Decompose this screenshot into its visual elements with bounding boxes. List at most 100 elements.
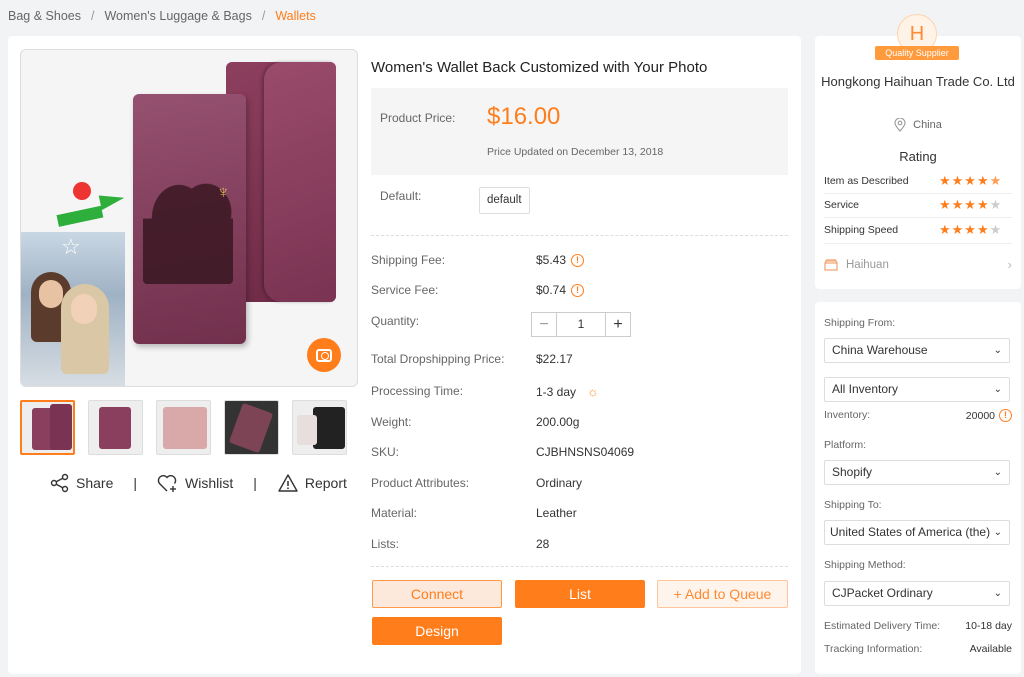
thumbnail-2[interactable]: [88, 400, 143, 455]
thumbnail-4[interactable]: [224, 400, 279, 455]
image-search-button[interactable]: [307, 338, 341, 372]
shipping-fee-label: Shipping Fee:: [371, 253, 446, 267]
report-label: Report: [304, 475, 347, 491]
info-icon[interactable]: !: [571, 253, 585, 267]
shipping-to-value: United States of America (the): [830, 525, 991, 539]
breadcrumb-womens-luggage[interactable]: Women's Luggage & Bags: [104, 9, 251, 23]
breadcrumb-current[interactable]: Wallets: [275, 9, 316, 23]
quantity-increase-button[interactable]: +: [605, 313, 630, 336]
thumbnail-1[interactable]: [20, 400, 75, 455]
price-value: $16.00: [487, 103, 561, 130]
share-label: Share: [76, 475, 114, 491]
chevron-down-icon: ⌄: [993, 384, 1002, 395]
lightbulb-icon[interactable]: ☼: [587, 384, 599, 399]
inventory-filter-value: All Inventory: [832, 382, 899, 396]
action-separator: |: [133, 475, 137, 491]
quantity-label: Quantity:: [371, 314, 420, 328]
heart-plus-icon: [157, 475, 177, 492]
price-label: Product Price:: [380, 111, 456, 125]
chevron-down-icon: ⌄: [993, 345, 1002, 356]
total-value: $22.17: [536, 352, 573, 366]
weight-value: 200.00g: [536, 415, 580, 429]
delivery-time-value: 10-18 day: [965, 620, 1012, 632]
action-separator: |: [253, 475, 257, 491]
delivery-time-row: Estimated Delivery Time: 10-18 day: [824, 620, 1012, 632]
supplier-store-link[interactable]: Haihuan ›: [824, 257, 1012, 272]
wishlist-button[interactable]: Wishlist: [157, 473, 233, 493]
info-icon[interactable]: !: [571, 283, 585, 297]
service-fee-value: $0.74: [536, 283, 567, 297]
share-button[interactable]: Share: [50, 473, 113, 493]
breadcrumb-separator: /: [261, 9, 266, 23]
rating-service: Service ★★★★★: [824, 197, 1012, 212]
quality-supplier-badge: H Quality Supplier: [867, 14, 967, 64]
thumbnail-5[interactable]: [292, 400, 347, 455]
warning-icon: [278, 474, 298, 492]
shipping-method-select[interactable]: CJPacket Ordinary ⌄: [824, 581, 1010, 606]
report-button[interactable]: Report: [277, 473, 347, 493]
tracking-value: Available: [969, 643, 1012, 655]
supplier-name[interactable]: Hongkong Haihuan Trade Co. Ltd: [815, 72, 1021, 92]
product-card: ♆ ☆ Share | Wishlist | Report Women's Wa…: [8, 36, 801, 674]
shipping-to-select[interactable]: United States of America (the) ⌄: [824, 520, 1010, 545]
store-name: Haihuan: [846, 258, 889, 271]
variant-option[interactable]: default: [479, 187, 530, 214]
price-box: Product Price: $16.00 Price Updated on D…: [371, 88, 788, 175]
location-pin-icon: [894, 118, 906, 132]
star-rating: ★★★★★: [939, 173, 1003, 188]
lists-value: 28: [536, 537, 550, 551]
rating-label: Shipping Speed: [824, 224, 899, 236]
shipping-card: Shipping From: China Warehouse ⌄ All Inv…: [815, 302, 1021, 674]
product-main-image[interactable]: ♆ ☆: [20, 49, 358, 387]
shipping-fee-value: $5.43: [536, 253, 567, 267]
service-fee-label: Service Fee:: [371, 283, 439, 297]
rating-item-described: Item as Described ★★★★★: [824, 173, 1012, 188]
tracking-row: Tracking Information: Available: [824, 643, 1012, 655]
attributes-label: Product Attributes:: [371, 476, 470, 490]
store-icon: [824, 258, 838, 271]
divider: [824, 193, 1012, 194]
variant-label: Default:: [380, 189, 422, 203]
attributes-value: Ordinary: [536, 476, 583, 490]
rating-title: Rating: [899, 149, 937, 164]
processing-value: 1-3 day: [536, 384, 577, 399]
chevron-right-icon: ›: [1007, 257, 1012, 272]
chevron-down-icon: ⌄: [993, 588, 1002, 599]
connect-button[interactable]: Connect: [372, 580, 502, 608]
platform-value: Shopify: [832, 465, 873, 479]
platform-select[interactable]: Shopify ⌄: [824, 460, 1010, 485]
shipping-method-value: CJPacket Ordinary: [832, 586, 933, 600]
supplier-card: H Quality Supplier Hongkong Haihuan Trad…: [815, 14, 1021, 289]
divider: [371, 235, 788, 236]
sku-value: CJBHNSNS04069: [536, 445, 635, 459]
rating-label: Item as Described: [824, 175, 909, 187]
sku-label: SKU:: [371, 445, 400, 459]
shipping-to-label: Shipping To:: [824, 499, 882, 511]
add-to-queue-button[interactable]: + Add to Queue: [657, 580, 788, 608]
camera-icon: [316, 348, 332, 362]
breadcrumb-bag-shoes[interactable]: Bag & Shoes: [8, 9, 81, 23]
quantity-stepper: − 1 +: [531, 312, 631, 337]
info-icon[interactable]: !: [999, 409, 1012, 422]
deer-logo-icon: ♆: [216, 182, 231, 202]
divider: [824, 217, 1012, 218]
rating-shipping-speed: Shipping Speed ★★★★★: [824, 222, 1012, 237]
share-icon: [50, 473, 69, 493]
supplier-location: China: [815, 118, 1021, 132]
design-button[interactable]: Design: [372, 617, 502, 645]
wallet-front-image: ♆: [133, 94, 246, 344]
divider: [371, 566, 788, 567]
santa-decoration: [73, 182, 91, 200]
product-title: Women's Wallet Back Customized with Your…: [371, 59, 708, 76]
supplier-country: China: [913, 119, 942, 131]
quantity-decrease-button[interactable]: −: [532, 313, 557, 336]
material-label: Material:: [371, 506, 418, 520]
quantity-input[interactable]: 1: [557, 313, 605, 336]
material-value: Leather: [536, 506, 577, 520]
processing-label: Processing Time:: [371, 384, 464, 398]
shipping-from-select[interactable]: China Warehouse ⌄: [824, 338, 1010, 363]
list-button[interactable]: List: [515, 580, 645, 608]
thumbnail-3[interactable]: [156, 400, 211, 455]
platform-label: Platform:: [824, 439, 867, 451]
inventory-filter-select[interactable]: All Inventory ⌄: [824, 377, 1010, 402]
